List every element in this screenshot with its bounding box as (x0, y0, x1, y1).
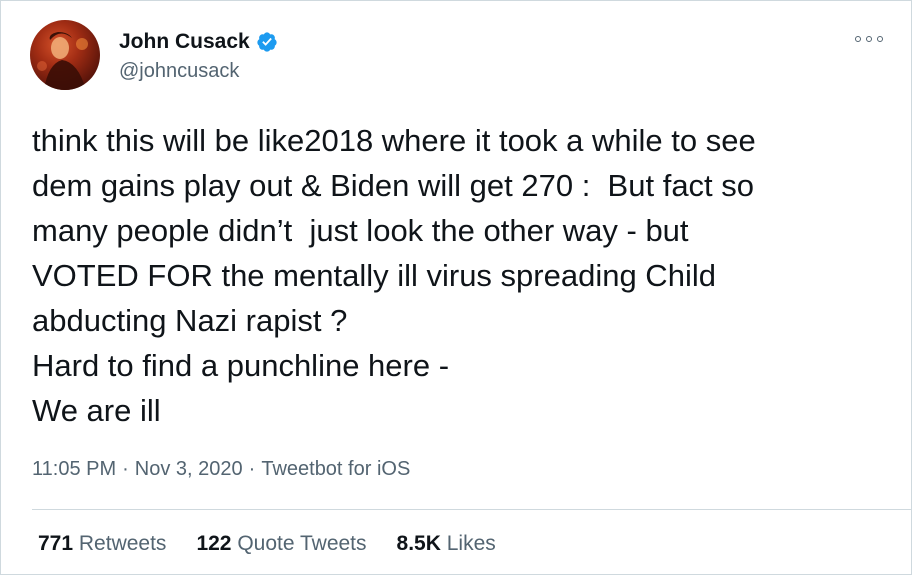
retweets-label: Retweets (78, 532, 167, 555)
more-options-icon[interactable] (855, 31, 883, 47)
likes-count: 8.5K (396, 532, 441, 555)
divider (32, 509, 911, 510)
retweets-stat[interactable]: 771 Retweets (38, 531, 166, 557)
quote-tweets-label: Quote Tweets (237, 532, 367, 555)
avatar[interactable] (30, 20, 100, 90)
profile-photo-icon (37, 32, 88, 90)
tweet-text: think this will be like2018 where it too… (32, 123, 756, 428)
likes-stat[interactable]: 8.5K Likes (397, 531, 496, 557)
retweets-count: 771 (38, 532, 74, 555)
author-handle[interactable]: @johncusack (119, 59, 239, 83)
dot-icon (866, 36, 872, 42)
author-name-row[interactable]: John Cusack (119, 29, 278, 55)
quote-tweets-count: 122 (196, 532, 232, 555)
meta-separator: · (248, 458, 256, 480)
engagement-stats: 771 Retweets 122 Quote Tweets 8.5K Likes (38, 531, 496, 557)
dot-icon (877, 36, 883, 42)
tweet-source[interactable]: Tweetbot for iOS (261, 456, 410, 482)
verified-badge-icon (257, 32, 277, 52)
tweet-meta: 11:05 PM · Nov 3, 2020 · Tweetbot for iO… (32, 456, 410, 482)
quote-tweets-stat[interactable]: 122 Quote Tweets (196, 531, 366, 557)
tweet-time[interactable]: 11:05 PM (32, 456, 116, 482)
likes-label: Likes (446, 532, 496, 555)
tweet-date[interactable]: Nov 3, 2020 (135, 456, 243, 482)
meta-separator: · (122, 458, 129, 480)
display-name[interactable]: John Cusack (119, 29, 250, 55)
tweet-card: John Cusack @johncusack think this will … (0, 0, 912, 575)
dot-icon (855, 36, 861, 42)
